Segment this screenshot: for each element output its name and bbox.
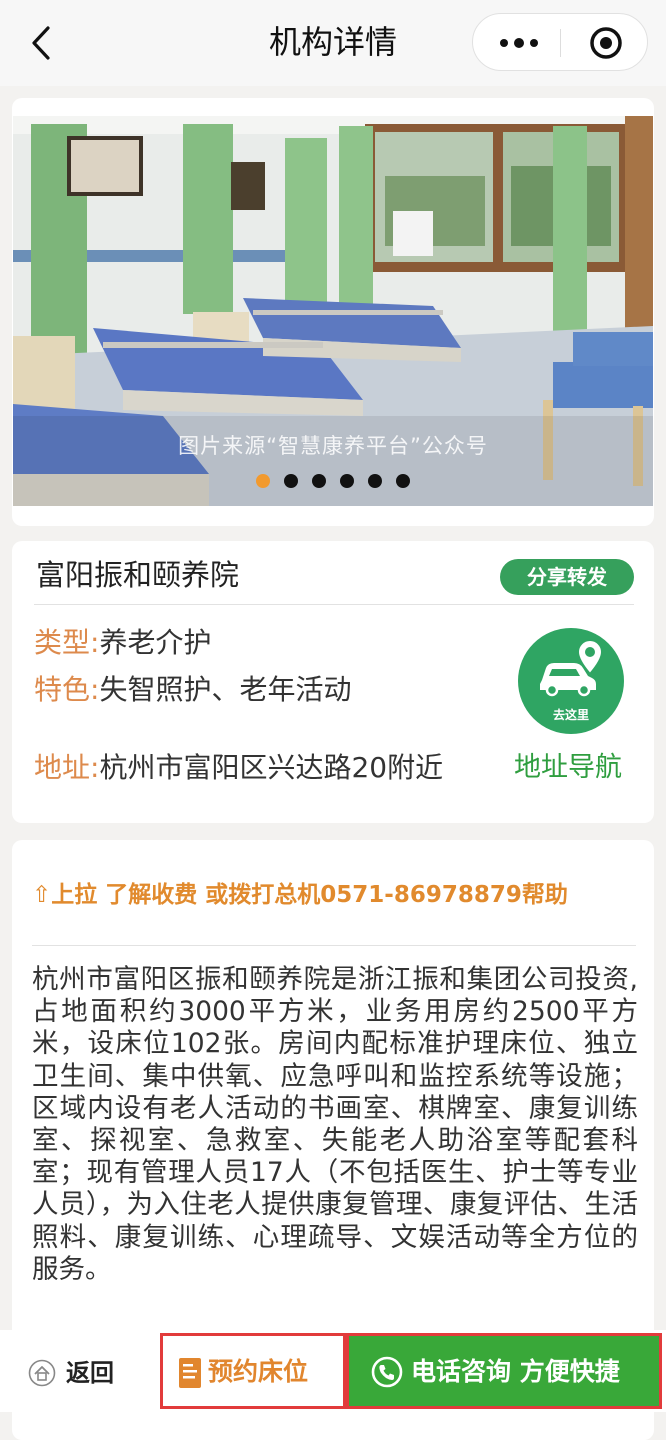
divider xyxy=(32,945,636,946)
institution-description: 杭州市富阳区振和颐养院是浙江振和集团公司投资,占地面积约3000平方米，业务用房… xyxy=(32,964,638,1285)
pull-up-text: 上拉 了解收费 或拨打总机0571-86978879帮助 xyxy=(51,882,568,908)
type-row: 类型:养老介护 xyxy=(34,623,211,663)
address-value: 杭州市富阳区兴达路20附近 xyxy=(99,751,444,784)
reserve-bed-label: 预约床位 xyxy=(208,1357,309,1386)
navbar: 机构详情 xyxy=(0,0,666,86)
carousel-dot[interactable] xyxy=(340,474,354,488)
phone-consult-label: 电话咨询 方便快捷 xyxy=(411,1357,620,1386)
feature-value: 失智照护、老年活动 xyxy=(99,673,352,706)
phone-icon xyxy=(371,1356,403,1388)
feature-row: 特色:失智照护、老年活动 xyxy=(34,670,351,710)
institution-info-card: 富阳振和颐养院 分享转发 类型:养老介护 特色:失智照护、老年活动 地址:杭州市… xyxy=(12,541,654,823)
carousel-indicator xyxy=(13,473,653,492)
room-photo-carousel[interactable]: 图片来源“智慧康养平台”公众号 xyxy=(13,116,653,506)
carousel-dot[interactable] xyxy=(368,474,382,488)
bottom-action-bar: 返回 预约床位 电话咨询 方便快捷 xyxy=(0,1330,666,1412)
up-arrow-icon: ⇧ xyxy=(32,882,52,908)
type-value: 养老介护 xyxy=(99,626,212,659)
type-label: 类型: xyxy=(34,626,100,659)
carousel-dot[interactable] xyxy=(284,474,298,488)
home-icon xyxy=(28,1359,56,1387)
car-location-icon xyxy=(540,638,604,697)
phone-consult-button[interactable]: 电话咨询 方便快捷 xyxy=(346,1333,662,1409)
institution-name: 富阳振和颐养院 xyxy=(36,558,240,592)
photo-watermark: 图片来源“智慧康养平台”公众号 xyxy=(178,434,488,458)
back-label: 返回 xyxy=(66,1359,114,1387)
carousel-dot[interactable] xyxy=(312,474,326,488)
carousel-dot[interactable] xyxy=(396,474,410,488)
go-here-label: 去这里 xyxy=(552,708,589,722)
more-dots-icon[interactable] xyxy=(499,37,539,49)
share-button[interactable]: 分享转发 xyxy=(500,559,634,595)
go-here-badge[interactable]: 去这里 xyxy=(518,628,624,734)
mini-program-capsule xyxy=(472,13,648,71)
address-row: 地址:杭州市富阳区兴达路20附近 xyxy=(34,748,443,788)
carousel-dot[interactable] xyxy=(256,474,270,488)
feature-label: 特色: xyxy=(34,673,100,706)
divider xyxy=(34,604,634,605)
address-label: 地址: xyxy=(34,751,100,784)
reserve-bed-button[interactable]: 预约床位 xyxy=(160,1333,346,1409)
capsule-divider xyxy=(560,29,561,57)
document-icon xyxy=(179,1358,201,1388)
address-navigation-link[interactable]: 地址导航 xyxy=(514,748,622,788)
target-circle-icon[interactable] xyxy=(589,26,623,60)
banner-card: 图片来源“智慧康养平台”公众号 xyxy=(12,98,654,526)
pull-up-hint[interactable]: ⇧上拉 了解收费 或拨打总机0571-86978879帮助 xyxy=(32,878,568,912)
